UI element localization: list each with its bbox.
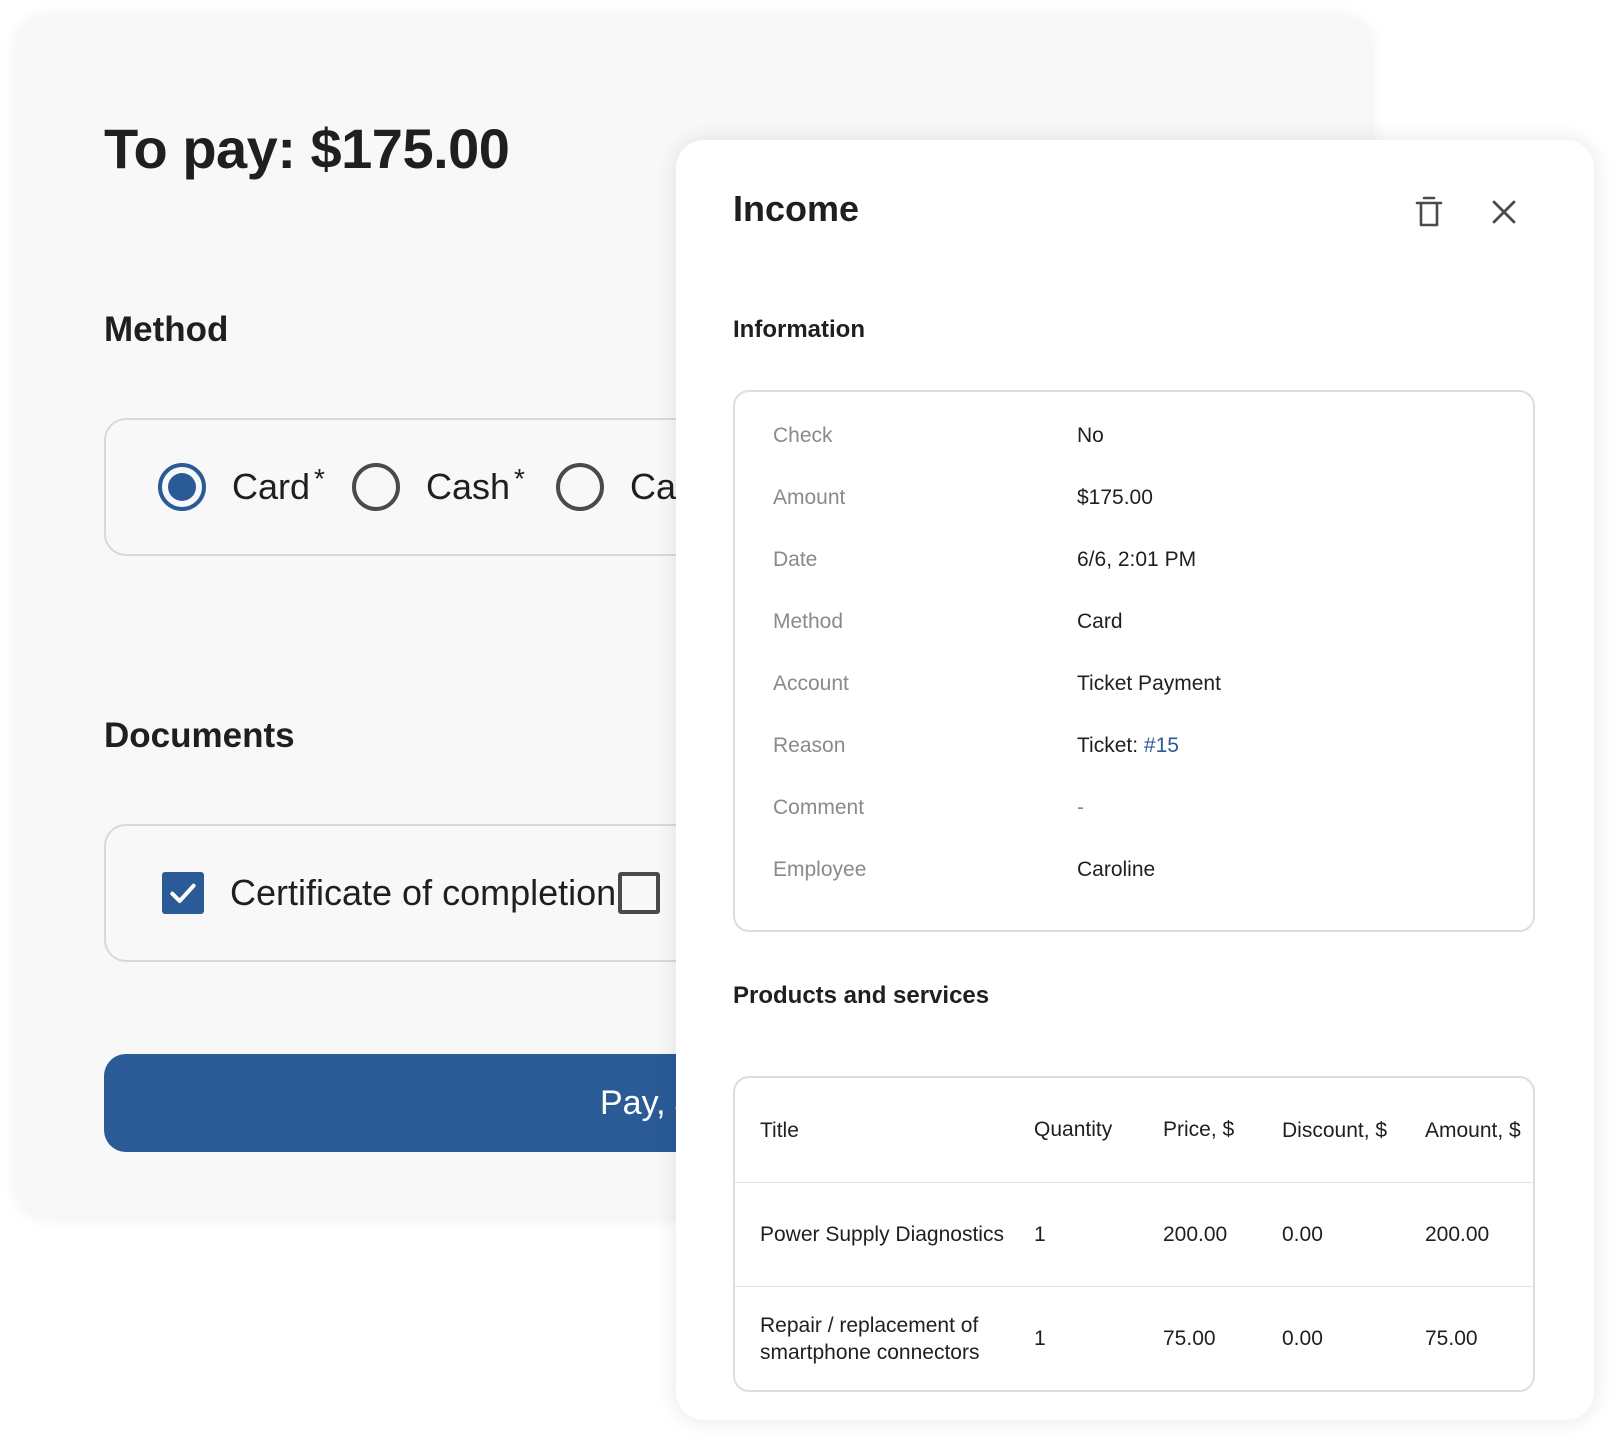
checkmark-icon [170,883,196,903]
info-value: Ticket: #15 [1077,734,1179,758]
documents-heading: Documents [104,716,295,755]
information-heading: Information [733,316,865,343]
header-discount: Discount, $ [1282,1118,1388,1142]
document-option-certificate[interactable]: Certificate of completion [162,826,616,960]
info-label: Employee [773,858,867,881]
cell-price: 75.00 [1163,1326,1216,1350]
products-table: Title Quantity Price, $ Discount, $ Amou… [733,1076,1535,1392]
radio-cash[interactable] [352,463,400,511]
radio-option-3[interactable] [556,463,604,511]
page-title: To pay: $175.00 [104,117,510,180]
info-row-account: Account Ticket Payment [773,664,1513,704]
table-row: Repair / replacement of smartphone conne… [735,1286,1533,1390]
cell-quantity: 1 [1034,1326,1046,1350]
info-row-method: Method Card [773,602,1513,642]
info-value: $175.00 [1077,486,1153,509]
cell-amount: 75.00 [1425,1327,1478,1350]
method-label-3: Ca [630,466,677,507]
document-option-2[interactable] [618,826,660,960]
document-label-certificate: Certificate of completion [230,872,617,913]
cell-quantity: 1 [1034,1222,1046,1246]
info-row-reason: Reason Ticket: #15 [773,726,1513,766]
info-value: - [1077,796,1084,819]
ticket-link[interactable]: #15 [1144,734,1179,757]
header-quantity: Quantity [1034,1118,1113,1141]
stage: To pay: $175.00 Method Card * Cash * Ca … [0,0,1616,1442]
close-icon [1492,200,1516,224]
header-title: Title [760,1118,799,1142]
method-label-cash: Cash [426,466,511,507]
table-header: Title Quantity Price, $ Discount, $ Amou… [735,1078,1533,1182]
radio-card[interactable] [158,463,206,511]
info-label: Account [773,672,849,695]
modal-title: Income [733,188,860,229]
trash-icon [1415,196,1443,227]
header-price: Price, $ [1163,1118,1235,1141]
info-label: Comment [773,796,865,819]
info-label: Method [773,610,844,633]
table-row: Power Supply Diagnostics 1 200.00 0.00 2… [735,1182,1533,1286]
method-option-card[interactable]: Card * [158,420,325,554]
cell-amount: 200.00 [1425,1223,1490,1246]
close-button[interactable] [1482,190,1526,234]
info-value: No [1077,424,1104,447]
method-option-3[interactable]: Ca [556,420,676,554]
method-option-cash[interactable]: Cash * [352,420,525,554]
info-value: Ticket Payment [1077,672,1221,695]
information-panel: Check No Amount $175.00 Date 6/6, 2:01 P… [733,390,1535,932]
reason-prefix: Ticket: [1077,734,1144,757]
checkbox-document-2[interactable] [618,872,660,914]
cell-price: 200.00 [1163,1222,1228,1246]
cell-title: Repair / replacement of smartphone conne… [760,1313,980,1364]
cell-discount: 0.00 [1282,1223,1323,1246]
info-row-employee: Employee Caroline [773,850,1513,890]
info-label: Date [773,548,818,571]
info-row-check: Check No [773,416,1513,456]
info-label: Amount [773,486,846,509]
delete-button[interactable] [1407,190,1451,234]
cell-discount: 0.00 [1282,1327,1323,1350]
income-modal: Income Information Check No Amount $175.… [676,140,1594,1420]
cell-title: Power Supply Diagnostics [760,1223,1004,1246]
header-amount: Amount, $ [1425,1118,1521,1142]
info-value: Caroline [1077,858,1156,881]
info-label: Reason [773,734,846,757]
required-mark: * [314,463,325,494]
info-row-comment: Comment - [773,788,1513,828]
info-value: 6/6, 2:01 PM [1077,548,1197,571]
info-row-amount: Amount $175.00 [773,478,1513,518]
info-row-date: Date 6/6, 2:01 PM [773,540,1513,580]
info-label: Check [773,424,833,447]
method-label-card: Card [232,466,311,507]
products-heading: Products and services [733,982,990,1009]
info-value: Card [1077,610,1123,633]
method-heading: Method [104,310,229,349]
required-mark: * [514,463,525,494]
checkbox-certificate[interactable] [162,872,204,914]
